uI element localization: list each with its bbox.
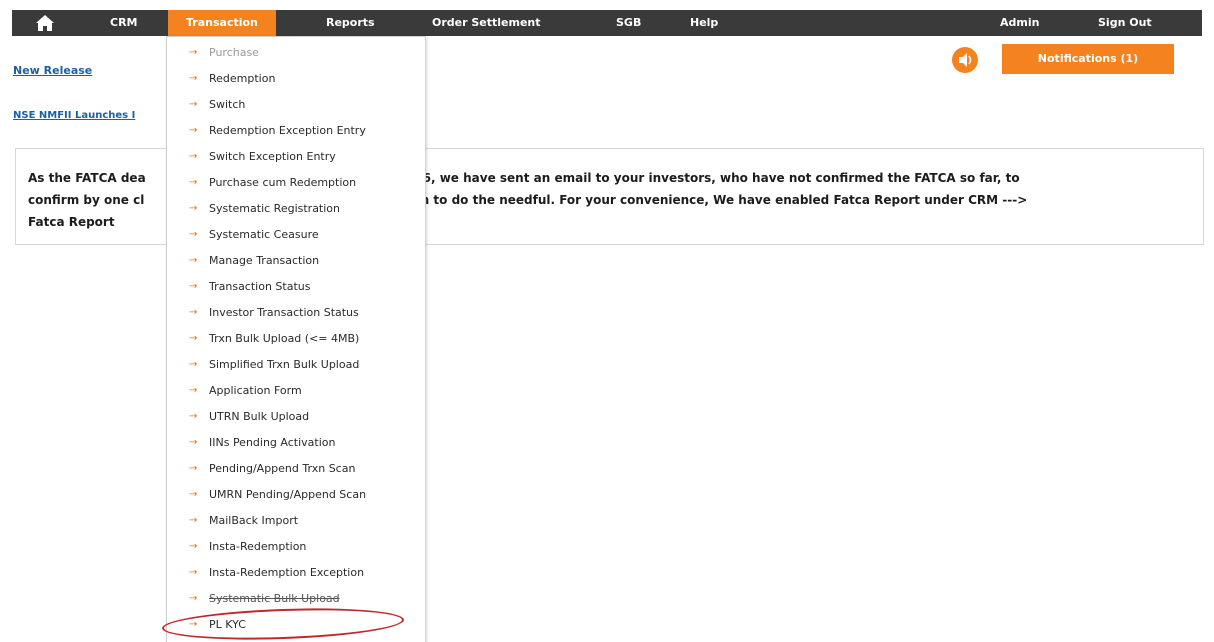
- arrow-icon: →: [189, 73, 198, 84]
- menu-item-insta-redemption[interactable]: → Insta-Redemption: [167, 534, 425, 560]
- menu-item-systematic-registration[interactable]: → Systematic Registration: [167, 196, 425, 222]
- nav-crm[interactable]: CRM: [110, 10, 138, 36]
- nav-reports[interactable]: Reports: [326, 10, 375, 36]
- transaction-dropdown-menu: → Purchase → Redemption → Switch → Redemptio…: [166, 36, 426, 642]
- arrow-icon: →: [189, 385, 198, 396]
- menu-item-trxn-bulk-upload[interactable]: → Trxn Bulk Upload (<= 4MB): [167, 326, 425, 352]
- menu-item-switch[interactable]: → Switch: [167, 92, 425, 118]
- menu-item-utrn-bulk-upload[interactable]: → UTRN Bulk Upload: [167, 404, 425, 430]
- arrow-icon: →: [189, 515, 198, 526]
- menu-item-switch-exception-entry[interactable]: → Switch Exception Entry: [167, 144, 425, 170]
- menu-item-investor-transaction-status[interactable]: → Investor Transaction Status: [167, 300, 425, 326]
- arrow-icon: →: [189, 281, 198, 292]
- arrow-icon: →: [189, 125, 198, 136]
- home-icon[interactable]: [35, 14, 55, 32]
- arrow-icon: →: [189, 229, 198, 240]
- speaker-icon[interactable]: [952, 47, 978, 73]
- arrow-icon: →: [189, 307, 198, 318]
- arrow-icon: →: [189, 151, 198, 162]
- arrow-icon: →: [189, 411, 198, 422]
- announcement-line1-end: t 2016, we have sent an email to your in…: [387, 171, 1020, 185]
- nav-transaction[interactable]: Transaction: [168, 10, 276, 36]
- arrow-icon: →: [189, 255, 198, 266]
- menu-item-purchase[interactable]: → Purchase: [167, 40, 425, 66]
- menu-item-simplified-trxn-bulk-upload[interactable]: → Simplified Trxn Bulk Upload: [167, 352, 425, 378]
- menu-item-iins-pending-activation[interactable]: → IINs Pending Activation: [167, 430, 425, 456]
- nav-help[interactable]: Help: [690, 10, 718, 36]
- menu-item-insta-redemption-exception[interactable]: → Insta-Redemption Exception: [167, 560, 425, 586]
- new-release-link[interactable]: New Release: [13, 64, 92, 77]
- nav-order-settlement[interactable]: Order Settlement: [432, 10, 541, 36]
- arrow-icon: →: [189, 333, 198, 344]
- menu-item-application-form[interactable]: → Application Form: [167, 378, 425, 404]
- arrow-icon: →: [189, 567, 198, 578]
- menu-item-transaction-status[interactable]: → Transaction Status: [167, 274, 425, 300]
- menu-item-umrn-pending-append-scan[interactable]: → UMRN Pending/Append Scan: [167, 482, 425, 508]
- arrow-icon: →: [189, 437, 198, 448]
- arrow-icon: →: [189, 99, 198, 110]
- nav-sign-out[interactable]: Sign Out: [1098, 10, 1152, 36]
- announcement-line2-start: confirm by one cl: [28, 193, 145, 207]
- arrow-icon: →: [189, 541, 198, 552]
- arrow-icon: →: [189, 203, 198, 214]
- nav-sgb[interactable]: SGB: [616, 10, 641, 36]
- announcement-line2-end: them to do the needful. For your conveni…: [394, 193, 1028, 207]
- menu-item-mailback-import[interactable]: → MailBack Import: [167, 508, 425, 534]
- menu-item-redemption[interactable]: → Redemption: [167, 66, 425, 92]
- top-navbar: CRM Transaction Reports Order Settlement…: [12, 10, 1202, 36]
- menu-item-manage-transaction[interactable]: → Manage Transaction: [167, 248, 425, 274]
- menu-item-pending-append-trxn-scan[interactable]: → Pending/Append Trxn Scan: [167, 456, 425, 482]
- menu-item-purchase-cum-redemption[interactable]: → Purchase cum Redemption: [167, 170, 425, 196]
- arrow-icon: →: [189, 489, 198, 500]
- notifications-button[interactable]: Notifications (1): [1002, 44, 1174, 74]
- arrow-icon: →: [189, 593, 198, 604]
- announcement-line1-start: As the FATCA dea: [28, 171, 146, 185]
- arrow-icon: →: [189, 463, 198, 474]
- nav-admin[interactable]: Admin: [1000, 10, 1039, 36]
- announcement-line3: Fatca Report: [28, 215, 115, 229]
- arrow-icon: →: [189, 47, 198, 58]
- nse-launch-link[interactable]: NSE NMFII Launches I: [13, 110, 135, 121]
- page: CRM Transaction Reports Order Settlement…: [0, 0, 1214, 642]
- arrow-icon: →: [189, 177, 198, 188]
- menu-item-systematic-ceasure[interactable]: → Systematic Ceasure: [167, 222, 425, 248]
- menu-item-redemption-exception-entry[interactable]: → Redemption Exception Entry: [167, 118, 425, 144]
- arrow-icon: →: [189, 359, 198, 370]
